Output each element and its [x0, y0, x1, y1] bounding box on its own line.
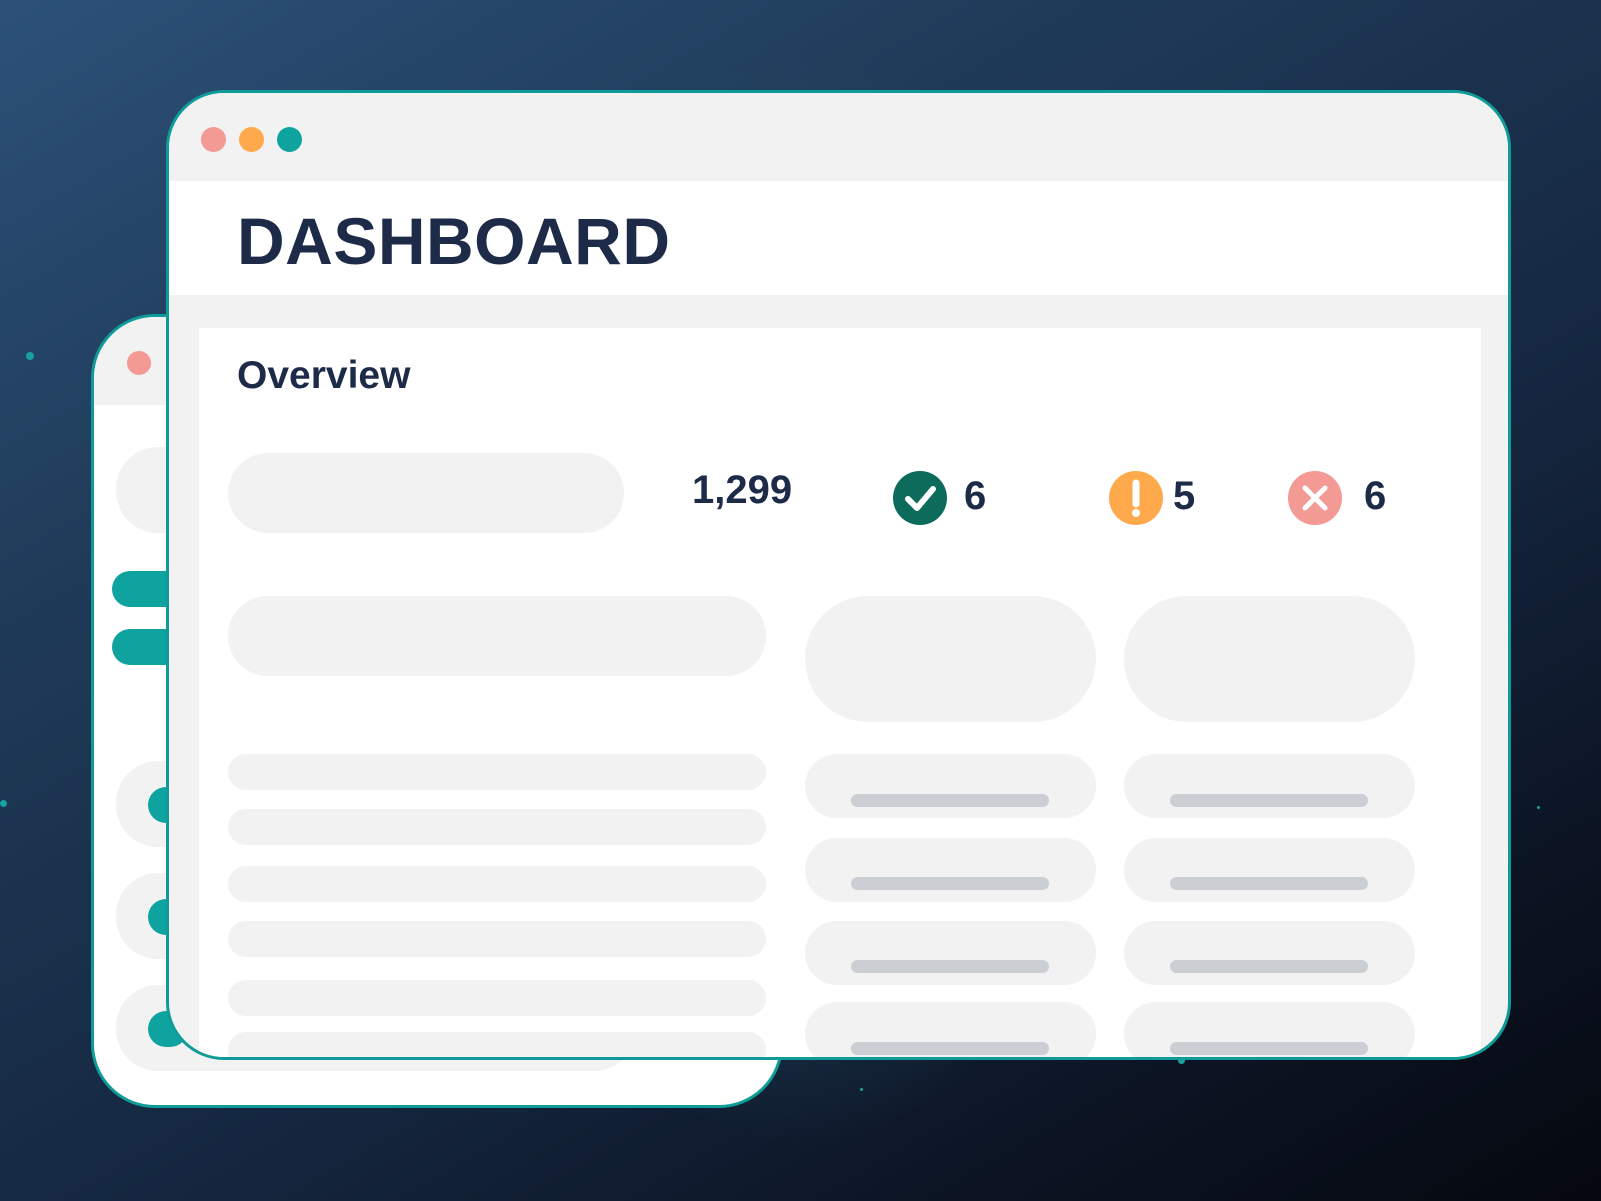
placeholder-cell [805, 754, 1096, 818]
passed-count: 6 [964, 474, 987, 518]
minimize-dot-icon[interactable] [239, 127, 264, 152]
placeholder-line [1170, 794, 1368, 807]
warning-count: 5 [1173, 474, 1196, 518]
placeholder-row [228, 1032, 766, 1057]
background-dot [860, 1088, 863, 1091]
placeholder-line [851, 877, 1049, 890]
overview-heading: Overview [237, 354, 411, 397]
exclamation-circle-icon [1109, 471, 1163, 525]
placeholder-cell [1124, 838, 1415, 902]
total-count: 1,299 [692, 468, 793, 512]
placeholder-cell [805, 921, 1096, 985]
placeholder-label [228, 453, 624, 533]
placeholder-header [805, 596, 1096, 722]
placeholder-row [228, 809, 766, 845]
placeholder-line [851, 794, 1049, 807]
placeholder-cell [1124, 754, 1415, 818]
placeholder-line [1170, 960, 1368, 973]
close-dot-icon[interactable] [201, 127, 226, 152]
x-circle-icon [1288, 471, 1342, 525]
placeholder-line [851, 960, 1049, 973]
placeholder-line [1170, 877, 1368, 890]
close-dot-icon[interactable] [127, 351, 151, 375]
placeholder-row [228, 921, 766, 957]
placeholder-cell [1124, 921, 1415, 985]
window-titlebar [169, 93, 1508, 181]
placeholder-header [1124, 596, 1415, 722]
background-dot [1537, 806, 1540, 809]
placeholder-header [228, 596, 766, 676]
background-dot [26, 352, 34, 360]
failed-count: 6 [1364, 474, 1387, 518]
placeholder-row [228, 980, 766, 1016]
placeholder-row [228, 866, 766, 902]
maximize-dot-icon[interactable] [277, 127, 302, 152]
check-circle-icon [893, 471, 947, 525]
page-header: DASHBOARD [169, 181, 1508, 295]
placeholder-cell [805, 838, 1096, 902]
page-title: DASHBOARD [237, 204, 671, 278]
dashboard-window: DASHBOARD Overview 1,299 6 5 6 [166, 90, 1511, 1060]
placeholder-line [1170, 1042, 1368, 1055]
background-dot [0, 800, 7, 807]
overview-panel: Overview 1,299 6 5 6 [199, 328, 1481, 1057]
placeholder-line [851, 1042, 1049, 1055]
placeholder-row [228, 754, 766, 790]
